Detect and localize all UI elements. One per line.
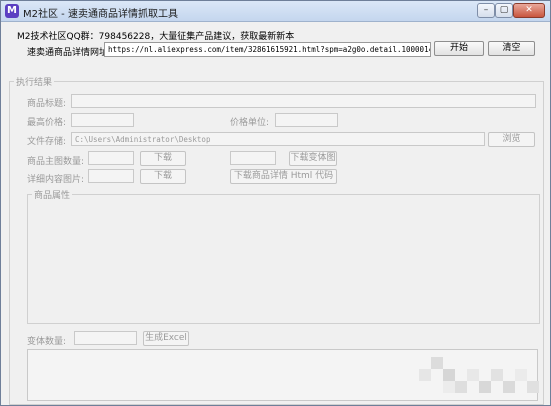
qq-group-info: M2技术社区QQ群：798456228，大量征集产品建议，获取最新新本 xyxy=(17,32,295,42)
url-input-value: https://nl.aliexpress.com/item/328616159… xyxy=(108,45,430,54)
main-image-count-label: 商品主图数量: xyxy=(27,157,85,167)
browse-button[interactable]: 浏览 xyxy=(488,132,535,147)
variant-count-label: 变体数量: xyxy=(27,337,67,347)
app-window: M M2社区 - 速卖通商品详情抓取工具 – ▢ ✕ M2技术社区QQ群：798… xyxy=(0,0,551,406)
close-button[interactable]: ✕ xyxy=(513,3,545,18)
start-button[interactable]: 开始 xyxy=(434,41,484,56)
download-main-images-button[interactable]: 下载 xyxy=(140,151,186,166)
main-image-count-field[interactable] xyxy=(88,151,134,165)
max-price-label: 最高价格: xyxy=(27,118,67,128)
max-price-field[interactable] xyxy=(71,113,134,127)
title-field[interactable] xyxy=(71,94,536,108)
attributes-group xyxy=(27,194,540,324)
price-unit-field[interactable] xyxy=(275,113,338,127)
download-variant-images-button[interactable]: 下载变体图 xyxy=(289,151,337,166)
generate-excel-button[interactable]: 生成Excel xyxy=(143,331,189,346)
attributes-group-label: 商品属性 xyxy=(32,188,73,201)
clear-button[interactable]: 清空 xyxy=(488,41,535,56)
download-detail-images-button[interactable]: 下载 xyxy=(140,169,186,184)
file-save-label: 文件存储: xyxy=(27,137,67,147)
maximize-button[interactable]: ▢ xyxy=(495,3,513,18)
title-label: 商品标题: xyxy=(27,99,67,109)
variant-count-field[interactable] xyxy=(74,331,137,345)
save-path-field[interactable]: C:\Users\Administrator\Desktop xyxy=(71,132,485,146)
title-bar: M M2社区 - 速卖通商品详情抓取工具 – ▢ ✕ xyxy=(1,1,550,22)
price-unit-label: 价格单位: xyxy=(230,118,270,128)
download-html-button[interactable]: 下载商品详情 Html 代码 xyxy=(230,169,337,184)
detail-image-count-field[interactable] xyxy=(88,169,134,183)
minimize-button[interactable]: – xyxy=(477,3,495,18)
variant-image-count-field[interactable] xyxy=(230,151,276,165)
window-title: M2社区 - 速卖通商品详情抓取工具 xyxy=(23,9,178,20)
url-input[interactable]: https://nl.aliexpress.com/item/328616159… xyxy=(104,42,431,57)
detail-image-label: 详细内容图片: xyxy=(27,175,85,185)
url-label: 速卖通商品详情网址: xyxy=(27,48,112,58)
app-logo-icon: M xyxy=(5,4,19,18)
results-group-label: 执行结果 xyxy=(14,75,55,88)
variant-table-area[interactable] xyxy=(27,349,538,401)
save-path-value: C:\Users\Administrator\Desktop xyxy=(75,135,211,144)
